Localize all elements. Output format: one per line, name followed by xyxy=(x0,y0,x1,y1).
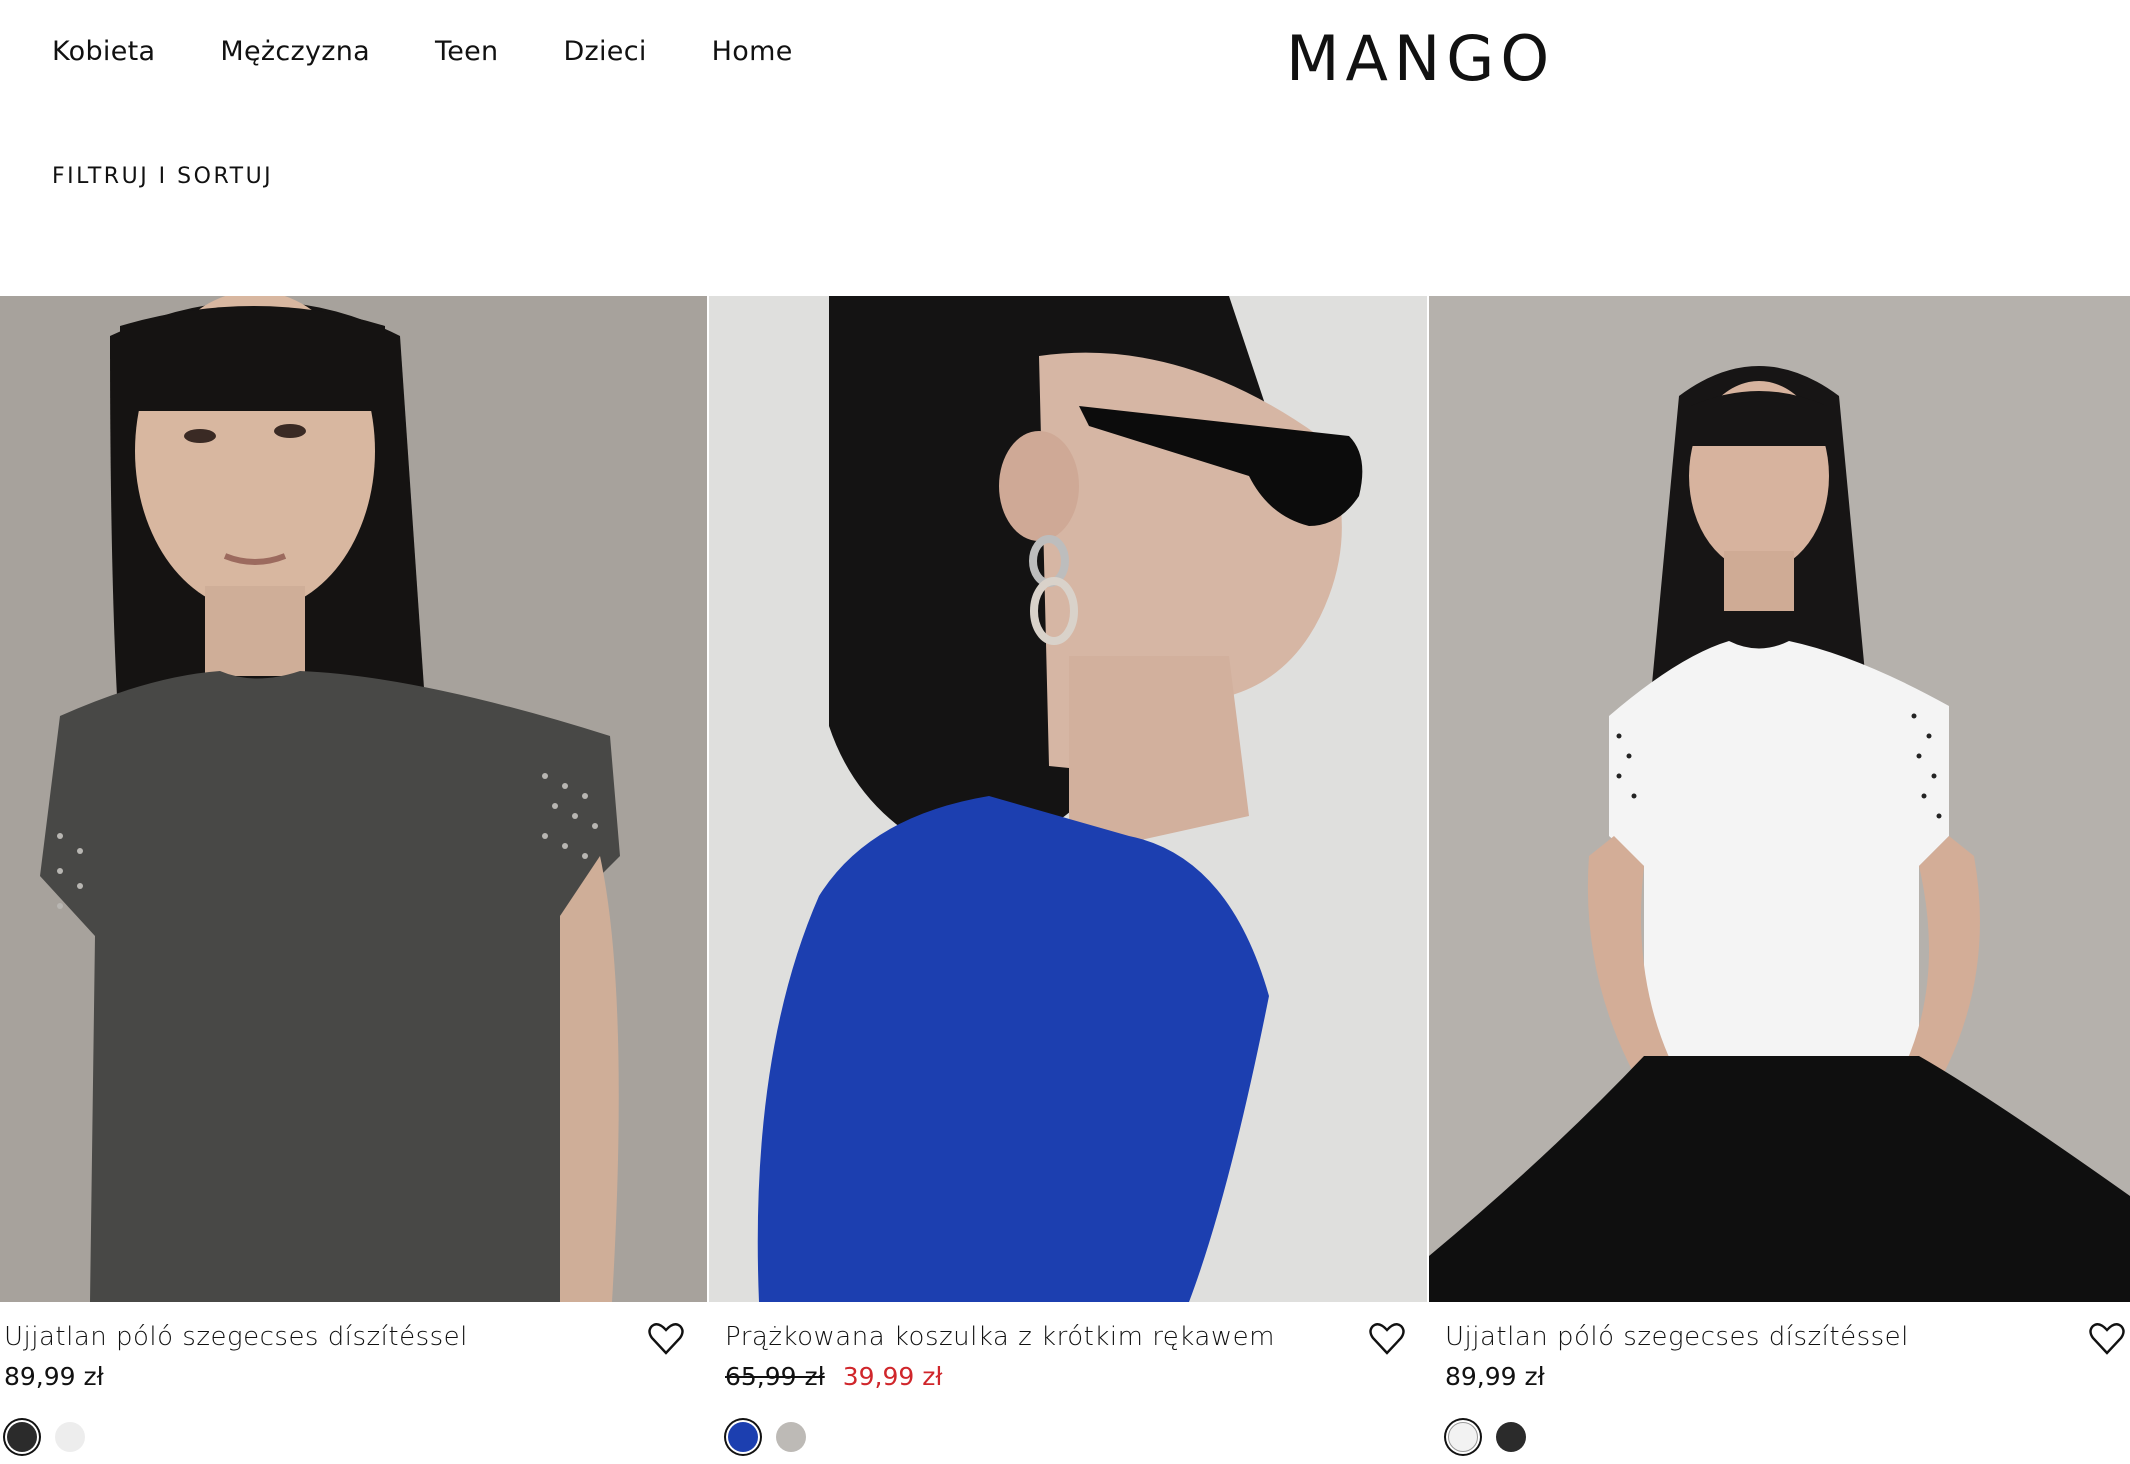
product-title[interactable]: Ujjatlan póló szegecses díszítéssel xyxy=(1445,1322,1909,1352)
product-image[interactable] xyxy=(1429,296,2130,1302)
heart-icon[interactable] xyxy=(2089,1322,2125,1356)
product-card[interactable]: Prążkowana koszulka z krótkim rękawem 65… xyxy=(709,296,1427,1464)
product-price: 65,99 zł 39,99 zł xyxy=(725,1362,942,1391)
current-price: 89,99 zł xyxy=(4,1362,104,1391)
sale-price: 39,99 zł xyxy=(842,1362,943,1391)
product-card[interactable]: Ujjatlan póló szegecses díszítéssel 89,9… xyxy=(0,296,707,1464)
color-swatches xyxy=(728,1422,806,1452)
filter-sort-button[interactable]: FILTRUJ I SORTUJ xyxy=(52,164,273,189)
color-swatch[interactable] xyxy=(1448,1422,1478,1452)
product-card[interactable]: Ujjatlan póló szegecses díszítéssel 89,9… xyxy=(1429,296,2130,1464)
product-price: 89,99 zł xyxy=(1445,1362,1545,1391)
product-image[interactable] xyxy=(0,296,707,1302)
color-swatches xyxy=(1448,1422,1526,1452)
nav-item-teen[interactable]: Teen xyxy=(435,36,498,67)
color-swatch[interactable] xyxy=(55,1422,85,1452)
nav-item-dzieci[interactable]: Dzieci xyxy=(563,36,646,67)
nav-item-home[interactable]: Home xyxy=(712,36,793,67)
original-price: 65,99 zł xyxy=(725,1362,825,1391)
product-image[interactable] xyxy=(709,296,1427,1302)
nav-item-mezczyzna[interactable]: Mężczyzna xyxy=(220,36,370,67)
product-title[interactable]: Prążkowana koszulka z krótkim rękawem xyxy=(725,1322,1275,1352)
brand-logo[interactable]: MANGO xyxy=(1286,22,1555,95)
color-swatch[interactable] xyxy=(1496,1422,1526,1452)
product-price: 89,99 zł xyxy=(4,1362,104,1391)
current-price: 89,99 zł xyxy=(1445,1362,1545,1391)
product-title[interactable]: Ujjatlan póló szegecses díszítéssel xyxy=(4,1322,468,1352)
color-swatches xyxy=(7,1422,85,1452)
nav-item-kobieta[interactable]: Kobieta xyxy=(52,36,155,67)
heart-icon[interactable] xyxy=(648,1322,684,1356)
main-nav: Kobieta Mężczyzna Teen Dzieci Home xyxy=(52,36,793,67)
heart-icon[interactable] xyxy=(1369,1322,1405,1356)
color-swatch[interactable] xyxy=(776,1422,806,1452)
color-swatch[interactable] xyxy=(7,1422,37,1452)
color-swatch[interactable] xyxy=(728,1422,758,1452)
